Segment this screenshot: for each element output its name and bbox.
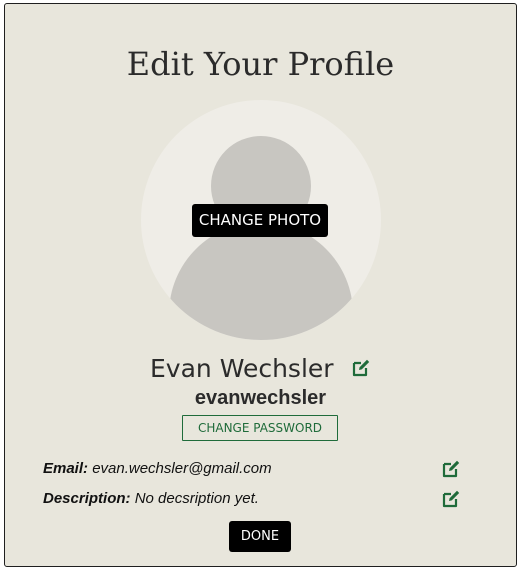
edit-icon bbox=[442, 460, 460, 478]
avatar-body-placeholder bbox=[169, 222, 353, 340]
edit-icon bbox=[352, 359, 370, 377]
name-row: Evan Wechsler bbox=[5, 352, 516, 386]
email-label: Email: bbox=[43, 460, 93, 477]
change-password-button[interactable]: CHANGE PASSWORD bbox=[182, 415, 338, 441]
description-value: No decsription yet. bbox=[134, 490, 259, 507]
edit-description-icon[interactable] bbox=[441, 489, 461, 509]
email-value: evan.wechsler@gmail.com bbox=[92, 460, 272, 477]
edit-name-icon[interactable] bbox=[351, 358, 371, 378]
edit-icon bbox=[442, 490, 460, 508]
email-row: Email: evan.wechsler@gmail.com bbox=[43, 458, 483, 480]
page-title: Edit Your Profile bbox=[126, 45, 395, 83]
change-photo-button[interactable]: CHANGE PHOTO bbox=[192, 204, 328, 237]
description-row: Description: No decsription yet. bbox=[43, 488, 483, 510]
full-name: Evan Wechsler bbox=[150, 354, 334, 383]
edit-email-icon[interactable] bbox=[441, 459, 461, 479]
username: evanwechsler bbox=[194, 387, 327, 409]
description-label: Description: bbox=[43, 490, 135, 507]
done-button[interactable]: DONE bbox=[229, 521, 291, 552]
edit-profile-card: Edit Your Profile CHANGE PHOTO Evan Wech… bbox=[4, 3, 517, 567]
